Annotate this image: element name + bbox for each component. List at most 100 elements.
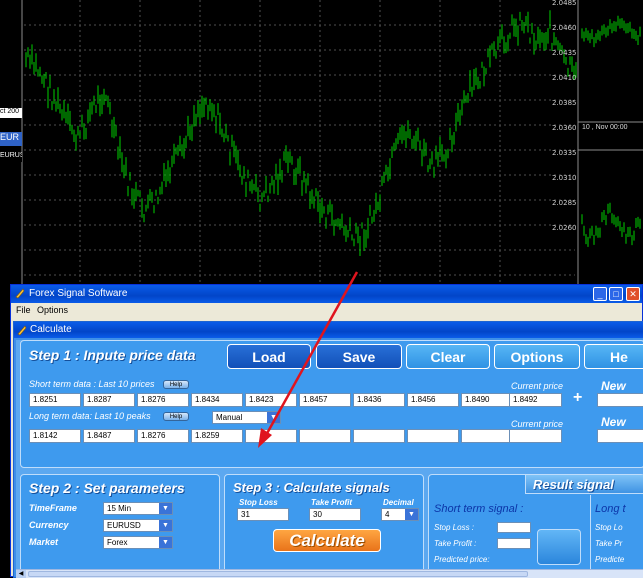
current-price-label: Current price xyxy=(511,381,564,391)
timeframe-value: 15 Min xyxy=(107,504,132,513)
chevron-down-icon: ▼ xyxy=(159,503,172,514)
short-price-field[interactable]: 1.8457 xyxy=(299,393,351,407)
short-term-label: Short term data : Last 10 prices xyxy=(29,379,155,389)
result-stop-loss-field[interactable] xyxy=(497,522,531,533)
long-help-button[interactable]: Help xyxy=(163,412,189,421)
chevron-down-icon: ▼ xyxy=(405,509,418,520)
price-tick-label: 2.0485 xyxy=(552,0,577,7)
step2-panel: Step 2 : Set parameters TimeFrame 15 Min… xyxy=(20,474,220,575)
chevron-down-icon: ▼ xyxy=(159,520,172,531)
trading-chart: 2.0485 2.0460 2.0435 2.0410 2.0385 2.0360 2.03… xyxy=(0,0,643,290)
current-price-label-long: Current price xyxy=(511,419,564,429)
step1-panel: Step 1 : Inpute price data Load Save Cle… xyxy=(20,340,643,468)
short-price-field[interactable]: 1.8490 xyxy=(461,393,513,407)
left-panel-label: ct 200 xyxy=(0,108,22,118)
long-price-field[interactable] xyxy=(407,429,459,443)
price-tick-label: 2.0460 xyxy=(552,24,577,32)
short-price-field[interactable]: 1.8423 xyxy=(245,393,297,407)
timeframe-select[interactable]: 15 Min ▼ xyxy=(103,502,173,515)
price-tick-label: 2.0360 xyxy=(552,124,577,132)
scrollbar-thumb[interactable] xyxy=(28,571,528,577)
result-take-profit-field[interactable] xyxy=(497,538,531,549)
short-price-field[interactable]: 1.8276 xyxy=(137,393,189,407)
signal-indicator xyxy=(537,529,581,565)
new-short-field[interactable] xyxy=(597,393,643,407)
help-top-button[interactable]: He xyxy=(584,344,643,369)
menu-options[interactable]: Options xyxy=(37,305,68,315)
minimize-icon[interactable]: _ xyxy=(593,287,607,301)
long-price-field[interactable] xyxy=(245,429,297,443)
result-stop-loss-label: Stop Loss : xyxy=(434,523,475,532)
result-panel: Result signal Short term signal : Stop L… xyxy=(428,474,643,575)
currency-select[interactable]: EURUSD ▼ xyxy=(103,519,173,532)
result-take-profit-label: Take Profit : xyxy=(434,539,477,548)
currency-label: Currency xyxy=(29,520,69,530)
new-label-long: New xyxy=(601,415,626,429)
decimal-label: Decimal xyxy=(383,498,414,507)
long-term-label: Long term data: Last 10 peaks xyxy=(29,411,151,421)
short-price-field[interactable]: 1.8456 xyxy=(407,393,459,407)
calculate-button[interactable]: Calculate xyxy=(273,529,381,552)
clear-button[interactable]: Clear xyxy=(406,344,490,369)
result-take-profit-label-long: Take Pr xyxy=(595,539,623,548)
forex-window-title: Forex Signal Software xyxy=(29,288,128,299)
new-label: New xyxy=(601,379,626,393)
decimal-value: 4 xyxy=(385,510,390,519)
calculate-body: Step 1 : Inpute price data Load Save Cle… xyxy=(16,340,643,577)
price-tick-label: 2.0410 xyxy=(552,74,577,82)
options-button[interactable]: Options xyxy=(494,344,580,369)
market-value: Forex xyxy=(107,538,128,547)
long-term-signal-head: Long t xyxy=(595,503,626,515)
current-price-long-field[interactable] xyxy=(509,429,562,443)
long-price-field[interactable] xyxy=(461,429,513,443)
short-price-field[interactable]: 1.8434 xyxy=(191,393,243,407)
long-price-field[interactable]: 1.8487 xyxy=(83,429,135,443)
result-divider xyxy=(590,495,591,575)
chart-canvas xyxy=(21,0,643,290)
decimal-select[interactable]: 4 ▼ xyxy=(381,508,419,521)
save-button[interactable]: Save xyxy=(316,344,402,369)
calculate-window: Calculate Step 1 : Inpute price data Loa… xyxy=(13,321,643,578)
mode-select[interactable]: Manual ▼ xyxy=(212,411,281,424)
short-term-signal-head: Short term signal : xyxy=(434,503,524,515)
chevron-down-icon: ▼ xyxy=(267,412,280,423)
current-price-short-field[interactable]: 1.8492 xyxy=(509,393,562,407)
close-icon[interactable]: ✕ xyxy=(626,287,640,301)
left-panel-label: EUR xyxy=(0,132,22,146)
menu-file[interactable]: File xyxy=(16,305,31,315)
mode-value: Manual xyxy=(216,413,243,422)
step3-title: Step 3 : Calculate signals xyxy=(233,480,390,495)
result-predicted-label-long: Predicte xyxy=(595,555,625,564)
app-icon xyxy=(17,325,27,336)
new-long-field[interactable] xyxy=(597,429,643,443)
step3-panel: Step 3 : Calculate signals Stop Loss 31 … xyxy=(224,474,424,575)
calculate-titlebar[interactable]: Calculate xyxy=(14,322,643,338)
chevron-down-icon: ▼ xyxy=(159,537,172,548)
stop-loss-field[interactable]: 31 xyxy=(237,508,289,521)
market-select[interactable]: Forex ▼ xyxy=(103,536,173,549)
price-tick-label: 2.0435 xyxy=(552,49,577,57)
take-profit-field[interactable]: 30 xyxy=(309,508,361,521)
short-price-field[interactable]: 1.8436 xyxy=(353,393,405,407)
short-help-button[interactable]: Help xyxy=(163,380,189,389)
stop-loss-label: Stop Loss xyxy=(239,498,278,507)
forex-titlebar[interactable]: Forex Signal Software _ □ ✕ xyxy=(11,285,642,303)
price-tick-label: 2.0260 xyxy=(552,224,577,232)
right-panel-label: 10 , Nov 00:00 xyxy=(582,124,628,131)
step1-title: Step 1 : Inpute price data xyxy=(29,347,196,363)
long-price-field[interactable]: 1.8142 xyxy=(29,429,81,443)
result-stop-loss-label-long: Stop Lo xyxy=(595,523,623,532)
long-price-field[interactable]: 1.8259 xyxy=(191,429,243,443)
long-price-field[interactable] xyxy=(353,429,405,443)
long-price-field[interactable] xyxy=(299,429,351,443)
long-price-field[interactable]: 1.8276 xyxy=(137,429,189,443)
plus-icon[interactable]: + xyxy=(573,389,582,407)
load-button[interactable]: Load xyxy=(227,344,311,369)
short-price-field[interactable]: 1.8287 xyxy=(83,393,135,407)
step2-title: Step 2 : Set parameters xyxy=(29,480,185,496)
price-tick-label: 2.0335 xyxy=(552,149,577,157)
maximize-icon[interactable]: □ xyxy=(609,287,623,301)
take-profit-label: Take Profit xyxy=(311,498,353,507)
short-price-field[interactable]: 1.8251 xyxy=(29,393,81,407)
price-tick-label: 2.0310 xyxy=(552,174,577,182)
